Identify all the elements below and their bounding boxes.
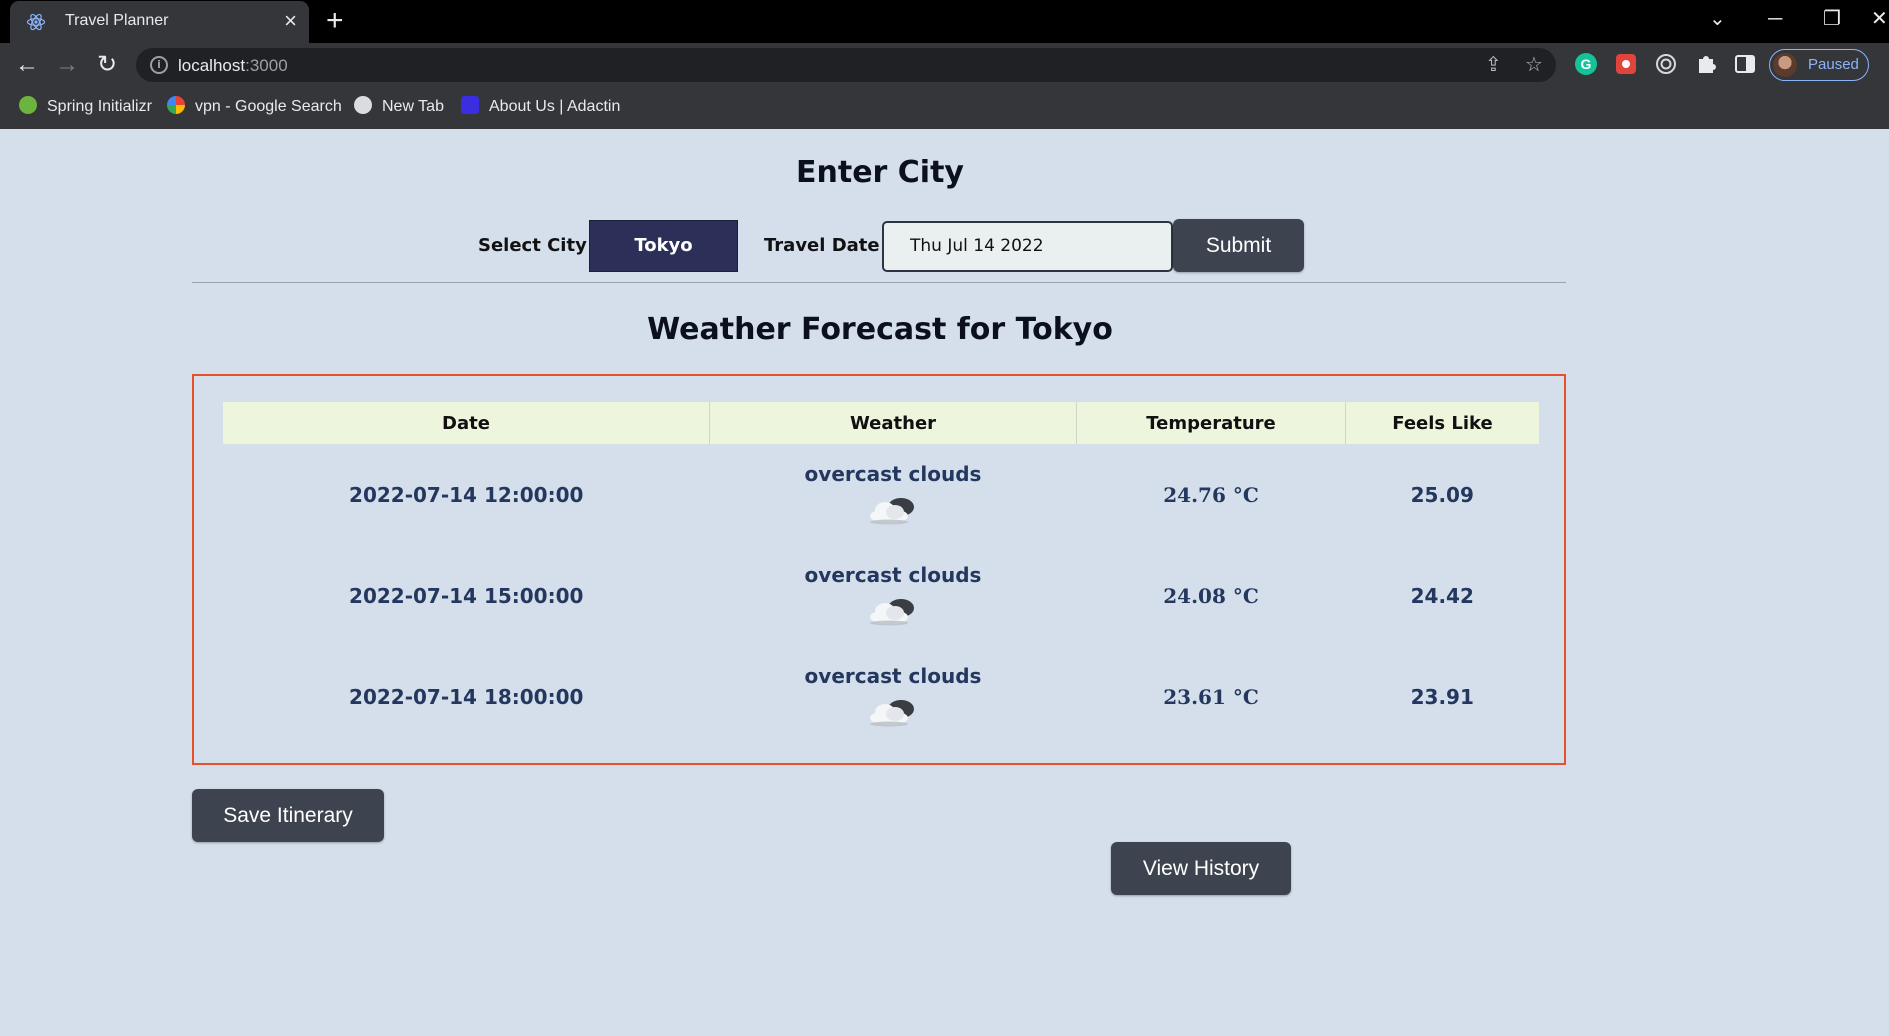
submit-button[interactable]: Submit — [1173, 219, 1304, 272]
forecast-feels-like: 23.91 — [1410, 684, 1474, 709]
table-row: 2022-07-14 18:00:00 overcast clouds 23.6… — [223, 646, 1539, 747]
extensions-puzzle-icon[interactable] — [1694, 52, 1718, 76]
tab-search-icon[interactable]: ⌄ — [1709, 6, 1726, 32]
column-header-temperature: Temperature — [1076, 402, 1346, 444]
table-header-row: Date Weather Temperature Feels Like — [223, 402, 1539, 444]
forecast-weather-cell: overcast clouds — [710, 646, 1077, 747]
pinned-extension-icon[interactable] — [1614, 52, 1638, 76]
forecast-weather-cell: overcast clouds — [710, 545, 1077, 646]
forecast-date: 2022-07-14 12:00:00 — [349, 482, 584, 507]
address-bar[interactable]: i localhost:3000 ⇪ ☆ — [136, 48, 1556, 82]
profile-button[interactable]: Paused — [1769, 49, 1869, 81]
tab-title: Travel Planner — [65, 12, 169, 29]
share-icon[interactable]: ⇪ — [1485, 54, 1502, 76]
city-select[interactable]: Tokyo — [589, 220, 738, 272]
forecast-table: Date Weather Temperature Feels Like 2022… — [223, 402, 1539, 747]
view-history-button[interactable]: View History — [1111, 842, 1291, 895]
bookmark-spring-initializr[interactable]: Spring Initializr — [19, 96, 152, 118]
weather-description: overcast clouds — [804, 461, 982, 486]
forecast-feels-like: 24.42 — [1410, 583, 1474, 608]
cloud-icon — [870, 598, 914, 625]
back-icon[interactable]: ← — [11, 49, 43, 81]
forecast-weather-cell: overcast clouds — [710, 444, 1077, 545]
url-text[interactable]: localhost:3000 — [178, 56, 288, 76]
divider — [192, 282, 1566, 283]
globe-icon — [354, 96, 372, 114]
forecast-temperature: 24.76 °C — [1163, 482, 1259, 507]
weather-description: overcast clouds — [804, 663, 982, 688]
adactin-icon — [461, 96, 479, 114]
grammarly-extension-icon[interactable]: G — [1574, 52, 1598, 76]
forecast-feels-like: 25.09 — [1410, 482, 1474, 507]
side-panel-icon[interactable] — [1733, 52, 1757, 76]
table-row: 2022-07-14 15:00:00 overcast clouds 24.0… — [223, 545, 1539, 646]
close-tab-icon[interactable]: × — [284, 9, 297, 33]
svg-text:G: G — [1581, 56, 1592, 72]
table-row: 2022-07-14 12:00:00 overcast clouds 24.7… — [223, 444, 1539, 545]
browser-toolbar: ← → ↻ i localhost:3000 ⇪ ☆ — [0, 43, 1889, 86]
forecast-date: 2022-07-14 18:00:00 — [349, 684, 584, 709]
bookmark-vpn-google-search[interactable]: vpn - Google Search — [167, 96, 342, 118]
spring-icon — [19, 96, 37, 114]
select-city-label: Select City — [478, 235, 587, 256]
forecast-temperature: 23.61 °C — [1163, 684, 1259, 709]
travel-date-input[interactable]: Thu Jul 14 2022 — [882, 221, 1173, 272]
restore-icon[interactable]: ❐ — [1823, 6, 1841, 32]
page-title: Enter City — [796, 155, 964, 190]
forward-icon[interactable]: → — [51, 49, 83, 81]
forecast-date: 2022-07-14 15:00:00 — [349, 583, 584, 608]
weather-description: overcast clouds — [804, 562, 982, 587]
travel-date-label: Travel Date — [764, 235, 880, 256]
save-itinerary-button[interactable]: Save Itinerary — [192, 789, 384, 842]
forecast-panel: Date Weather Temperature Feels Like 2022… — [192, 374, 1566, 765]
browser-tab-strip: Travel Planner × + ⌄ ─ ❐ ✕ — [0, 0, 1889, 43]
bookmark-star-icon[interactable]: ☆ — [1525, 54, 1543, 76]
new-tab-button[interactable]: + — [326, 6, 344, 36]
bookmark-about-us-adactin[interactable]: About Us | Adactin — [461, 96, 620, 118]
bookmarks-bar: Spring Initializr vpn - Google Search Ne… — [0, 86, 1889, 129]
column-header-date: Date — [223, 402, 710, 444]
close-window-icon[interactable]: ✕ — [1871, 6, 1888, 32]
google-icon — [167, 96, 185, 114]
cloud-icon — [870, 497, 914, 524]
cloud-icon — [870, 699, 914, 726]
column-header-feels-like: Feels Like — [1345, 402, 1539, 444]
site-info-icon[interactable]: i — [150, 56, 168, 74]
avatar — [1773, 53, 1797, 77]
target-extension-icon[interactable] — [1654, 52, 1678, 76]
forecast-temperature: 24.08 °C — [1163, 583, 1259, 608]
forecast-title: Weather Forecast for Tokyo — [647, 312, 1113, 347]
browser-tab[interactable]: Travel Planner × — [10, 1, 309, 43]
bookmark-new-tab[interactable]: New Tab — [354, 96, 444, 118]
minimize-icon[interactable]: ─ — [1768, 6, 1782, 32]
column-header-weather: Weather — [709, 402, 1077, 444]
profile-status: Paused — [1808, 56, 1859, 73]
reload-icon[interactable]: ↻ — [91, 49, 123, 81]
react-icon — [26, 13, 46, 31]
